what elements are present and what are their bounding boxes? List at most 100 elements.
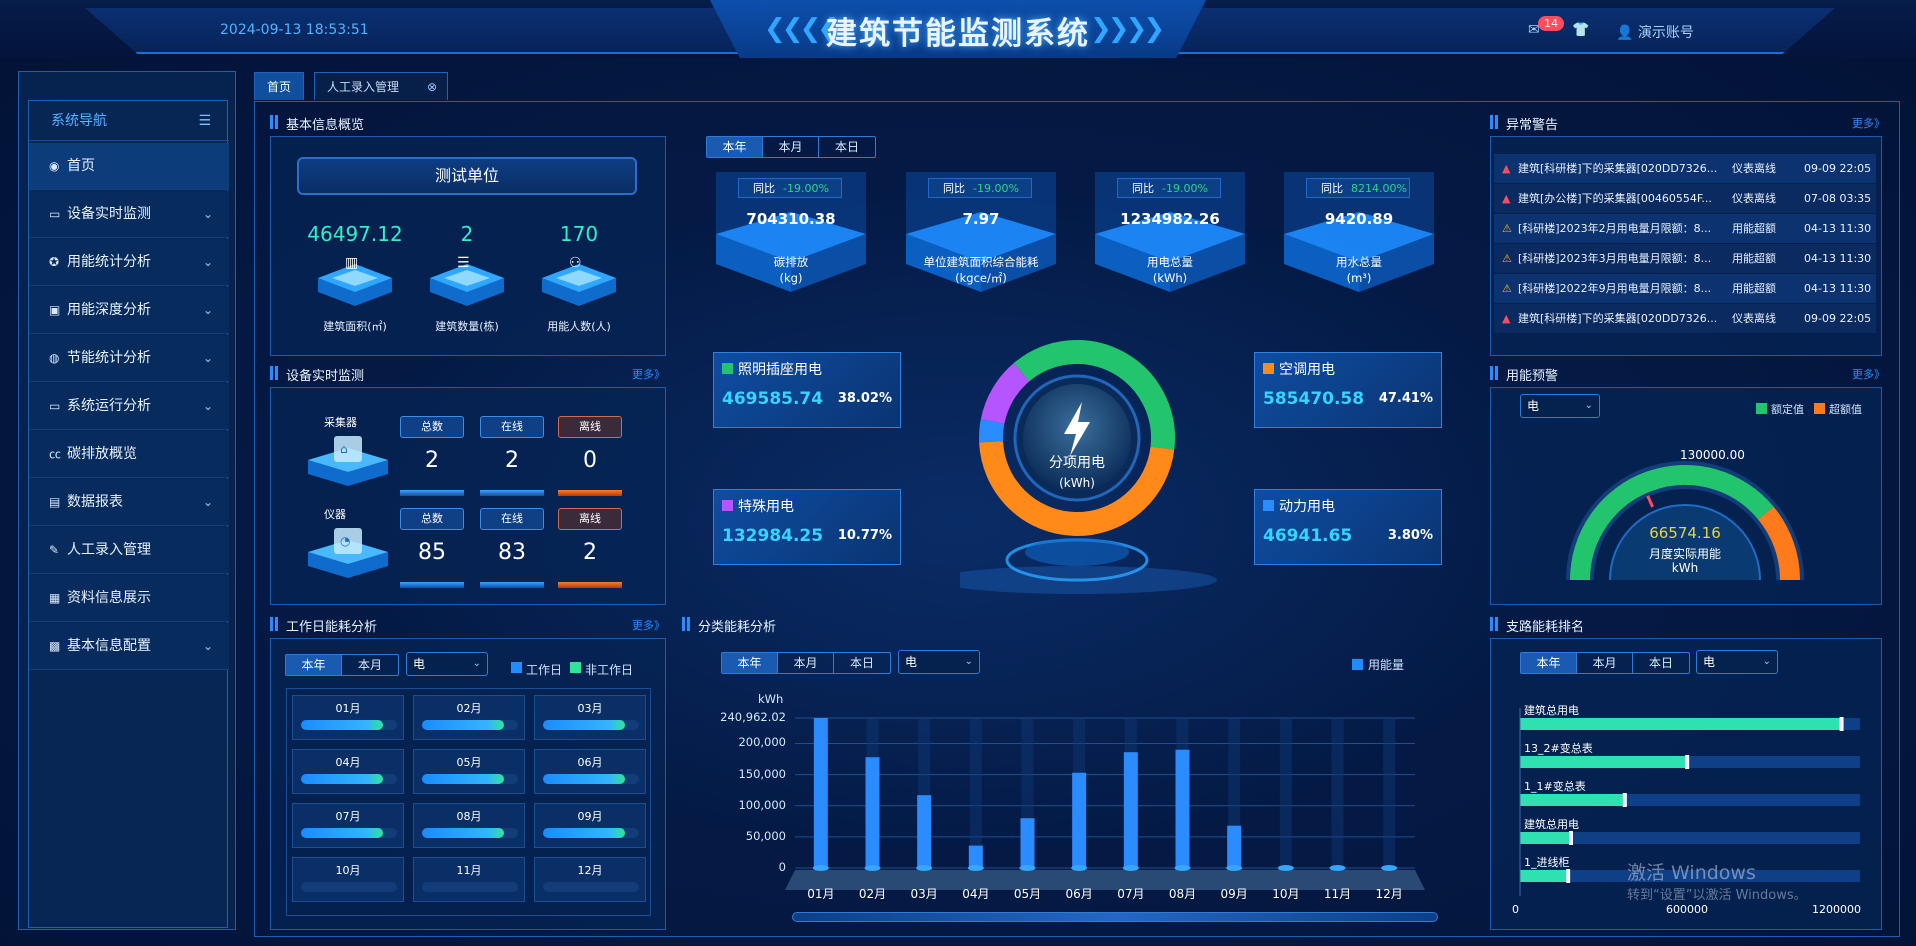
period-tab-day[interactable]: 本日 <box>819 137 875 157</box>
device-header: 在线 <box>480 508 544 530</box>
sub-power-box: 空调用电 585470.58 47.41% <box>1254 352 1442 428</box>
basic-info-title: 基本信息概览 <box>270 114 364 133</box>
collapse-icon[interactable]: ☰ <box>198 101 211 141</box>
sidebar-item-label: 数据报表 <box>67 494 123 510</box>
compare-badge: 同比 -19.00% <box>1117 178 1221 198</box>
legend-over: 超额值 <box>1829 403 1862 416</box>
x-tick: 08月 <box>1168 887 1197 901</box>
alarm-row[interactable]: ▲ 建筑[科研楼]下的采集器[020DD7326... 仪表离线 09-09 22:0… <box>1494 304 1876 333</box>
tab-home[interactable]: 首页 <box>254 72 305 100</box>
warning-icon: ⚠ <box>1502 222 1512 235</box>
device-name: 仪器 <box>324 508 346 521</box>
alarm-row[interactable]: ▲ 建筑[办公楼]下的采集器[00460554F... 仪表离线 07-08 03:3… <box>1494 184 1876 213</box>
ranking-tab-day[interactable]: 本日 <box>1633 653 1689 673</box>
sub-power-swatch <box>722 500 733 511</box>
device-pedestal <box>308 436 388 500</box>
y-tick: 240,962.02 <box>720 710 786 724</box>
y-tick: 50,000 <box>745 828 786 843</box>
alarm-more-link[interactable]: 更多》 <box>1852 115 1885 131</box>
ranking-tabs: 本年 本月 本日 <box>1520 652 1690 674</box>
account-menu[interactable]: 👤 演示账号 <box>1616 22 1694 42</box>
sidebar-item-label: 资料信息展示 <box>67 590 151 606</box>
compare-badge-label: 同比 <box>753 182 775 195</box>
sidebar-item-5[interactable]: ▭ 系统运行分析 ⌄ <box>29 383 229 430</box>
device-bar <box>558 582 622 588</box>
alarm-row[interactable]: ▲ 建筑[科研楼]下的采集器[020DD7326... 仪表离线 09-09 22:0… <box>1494 154 1876 183</box>
device-more-link[interactable]: 更多》 <box>632 366 665 382</box>
kpi-label: 建筑数量(栋) <box>435 320 499 333</box>
compare-label: 用电总量 <box>1147 255 1193 269</box>
sidebar-item-9[interactable]: ▦ 资料信息展示 <box>29 575 229 622</box>
period-tab-year[interactable]: 本年 <box>707 137 763 157</box>
sub-power-pct: 38.02% <box>837 391 892 406</box>
alarm-row[interactable]: ⚠ [科研楼]2023年2月用电量月限额：8... 用能超额 04-13 11:30 <box>1494 214 1876 243</box>
month-cell: 04月 <box>292 749 404 794</box>
workday-more[interactable]: 更多》 <box>632 617 665 633</box>
legend-over-swatch <box>1814 403 1825 414</box>
sidebar-item-3[interactable]: ▣ 用能深度分析 ⌄ <box>29 287 229 334</box>
month-cell: 05月 <box>413 749 525 794</box>
alarm-title: 异常警告 <box>1490 114 1558 133</box>
bar-base <box>1226 865 1243 871</box>
month-fill <box>422 774 504 784</box>
legend-rated-swatch <box>1756 403 1767 414</box>
category-title: 分类能耗分析 <box>682 616 776 635</box>
workday-tab-month[interactable]: 本月 <box>342 655 398 675</box>
tab-manual-entry[interactable]: 人工录入管理 ⊗ <box>314 72 448 100</box>
month-label: 12月 <box>577 864 603 877</box>
period-tab-month[interactable]: 本月 <box>763 137 819 157</box>
category-select[interactable]: 电 ⌄ <box>898 650 980 674</box>
skin-icon[interactable]: 👕 <box>1572 22 1589 38</box>
compare-badge: 同比 8214.00% <box>1306 178 1410 198</box>
month-fill <box>543 774 625 784</box>
alarm-type: 用能超额 <box>1732 282 1776 295</box>
compare-label: 单位建筑面积综合能耗 <box>923 255 1039 269</box>
ranking-tab-month[interactable]: 本月 <box>1577 653 1633 673</box>
rank-label: 1_1#变总表 <box>1524 780 1586 793</box>
month-label: 11月 <box>456 864 482 877</box>
chart-scrollbar[interactable] <box>792 912 1438 922</box>
category-tab-year[interactable]: 本年 <box>722 653 778 673</box>
ranking-tab-year[interactable]: 本年 <box>1521 653 1577 673</box>
device-bar <box>480 490 544 496</box>
sidebar-item-4[interactable]: ◍ 节能统计分析 ⌄ <box>29 335 229 382</box>
alarm-text: 建筑[办公楼]下的采集器[00460554F... <box>1518 192 1712 205</box>
device-count: 85 <box>418 540 446 565</box>
month-cell: 09月 <box>534 803 646 848</box>
compare-unit: (m³) <box>1346 271 1372 285</box>
sidebar-item-8[interactable]: ✎ 人工录入管理 <box>29 527 229 574</box>
sidebar-item-1[interactable]: ▭ 设备实时监测 ⌄ <box>29 191 229 238</box>
category-tab-day[interactable]: 本日 <box>834 653 890 673</box>
month-cell: 12月 <box>534 857 646 902</box>
energy-warning-more[interactable]: 更多》 <box>1852 366 1885 382</box>
ranking-select[interactable]: 电 ⌄ <box>1696 650 1778 674</box>
x-tick: 02月 <box>858 887 887 901</box>
sidebar-item-label: 用能统计分析 <box>67 254 151 270</box>
sidebar-item-0[interactable]: ◉ 首页 <box>29 143 229 190</box>
legend-usage-swatch <box>1352 659 1363 670</box>
sidebar-item-label: 系统运行分析 <box>67 398 151 414</box>
sidebar-item-10[interactable]: ▩ 基本信息配置 ⌄ <box>29 623 229 670</box>
tab-close-icon[interactable]: ⊗ <box>427 73 437 101</box>
compare-label: 用水总量 <box>1336 255 1382 269</box>
alarm-row[interactable]: ⚠ [科研楼]2022年9月用电量月限额：8... 用能超额 04-13 11:30 <box>1494 274 1876 303</box>
sidebar-item-6[interactable]: ㏄碳排放概览 <box>29 431 229 478</box>
compare-pct: -19.00% <box>1162 182 1208 195</box>
stack-icon: ☰ <box>457 255 470 271</box>
workday-select[interactable]: 电 ⌄ <box>406 652 488 676</box>
user-icon: 👤 <box>1616 25 1638 41</box>
energy-type-select[interactable]: 电 ⌄ <box>1520 394 1600 418</box>
device-bar <box>480 582 544 588</box>
month-fill <box>422 720 504 730</box>
alarm-row[interactable]: ⚠ [科研楼]2023年3月用电量月限额：8... 用能超额 04-13 11:30 <box>1494 244 1876 273</box>
bar <box>968 845 983 868</box>
workday-tab-year[interactable]: 本年 <box>286 655 342 675</box>
bar-track <box>1279 718 1292 868</box>
alarm-red-icon: ▲ <box>1502 192 1511 205</box>
header: ❮❮❮❮ ❯❯❯❯ 建筑节能监测系统 2024-09-13 18:53:51 ✉… <box>0 0 1916 58</box>
sidebar-title-text: 系统导航 <box>51 113 107 129</box>
sub-power-value: 132984.25 <box>722 526 824 546</box>
sidebar-item-2[interactable]: ✪ 用能统计分析 ⌄ <box>29 239 229 286</box>
category-tab-month[interactable]: 本月 <box>778 653 834 673</box>
sidebar-item-7[interactable]: ▤ 数据报表 ⌄ <box>29 479 229 526</box>
